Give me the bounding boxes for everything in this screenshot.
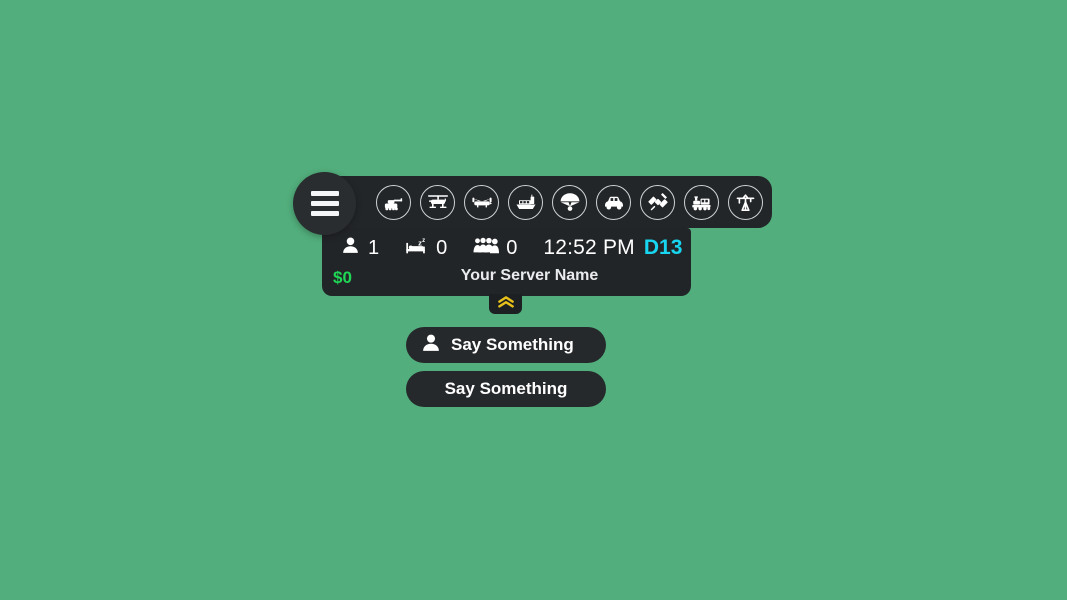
day-counter: D13	[643, 236, 683, 259]
server-stats-row: 1 z z 0 0 12:52 PM D13	[322, 228, 691, 268]
say-something-label: Say Something	[444, 379, 568, 398]
server-info-panel: 1 z z 0 0 12:52 PM D13 $0 Your Server Na…	[322, 228, 691, 296]
stat-queue: 0	[473, 235, 517, 261]
double-chevron-up-icon	[496, 295, 516, 314]
vehicle-button-ship[interactable]	[508, 184, 543, 220]
vehicle-button-transport-helicopter[interactable]	[464, 184, 499, 220]
server-meta-row: $0 Your Server Name	[322, 266, 691, 296]
collapse-hud-button[interactable]	[489, 294, 522, 314]
vehicle-button-parachute[interactable]	[552, 184, 587, 220]
tank-icon	[382, 191, 405, 214]
hamburger-menu-button[interactable]	[293, 172, 356, 235]
stat-players: 1	[340, 235, 379, 261]
bed-sleep-icon: z z	[405, 235, 429, 262]
say-something-label: Say Something	[451, 335, 574, 354]
helicopter-icon	[426, 190, 450, 214]
car-icon	[602, 190, 626, 214]
parachute-icon	[558, 190, 582, 214]
crane-icon	[734, 191, 757, 214]
game-clock: 12:52 PM	[543, 236, 635, 259]
say-something-button[interactable]: Say Something	[406, 371, 606, 407]
vehicle-button-tank[interactable]	[376, 184, 411, 220]
person-icon	[340, 235, 361, 261]
hamburger-icon-bar	[310, 211, 339, 216]
transport-helicopter-icon	[470, 190, 494, 214]
vehicle-button-train[interactable]	[684, 184, 719, 220]
train-icon	[690, 191, 713, 214]
stat-players-value: 1	[368, 237, 380, 259]
person-icon	[420, 332, 442, 359]
group-people-icon	[473, 235, 500, 261]
say-something-button-with-avatar[interactable]: Say Something	[406, 327, 606, 363]
stat-sleepers: z z 0	[405, 235, 447, 262]
vehicle-spawn-bar	[330, 176, 772, 228]
vehicle-button-satellite[interactable]	[640, 184, 675, 220]
vehicle-icon-list	[376, 176, 763, 228]
ship-icon	[514, 190, 538, 214]
hamburger-icon-bar	[310, 191, 339, 196]
stat-queue-value: 0	[506, 237, 518, 259]
vehicle-button-crane[interactable]	[728, 184, 763, 220]
hamburger-icon-bar	[310, 201, 339, 206]
vehicle-button-car[interactable]	[596, 184, 631, 220]
stat-sleepers-value: 0	[436, 237, 448, 259]
vehicle-button-helicopter[interactable]	[420, 184, 455, 220]
svg-text:z: z	[422, 236, 425, 243]
server-name-label: Your Server Name	[460, 267, 599, 284]
satellite-icon	[646, 190, 670, 214]
game-hud-root: 1 z z 0 0 12:52 PM D13 $0 Your Server Na…	[0, 0, 1067, 600]
